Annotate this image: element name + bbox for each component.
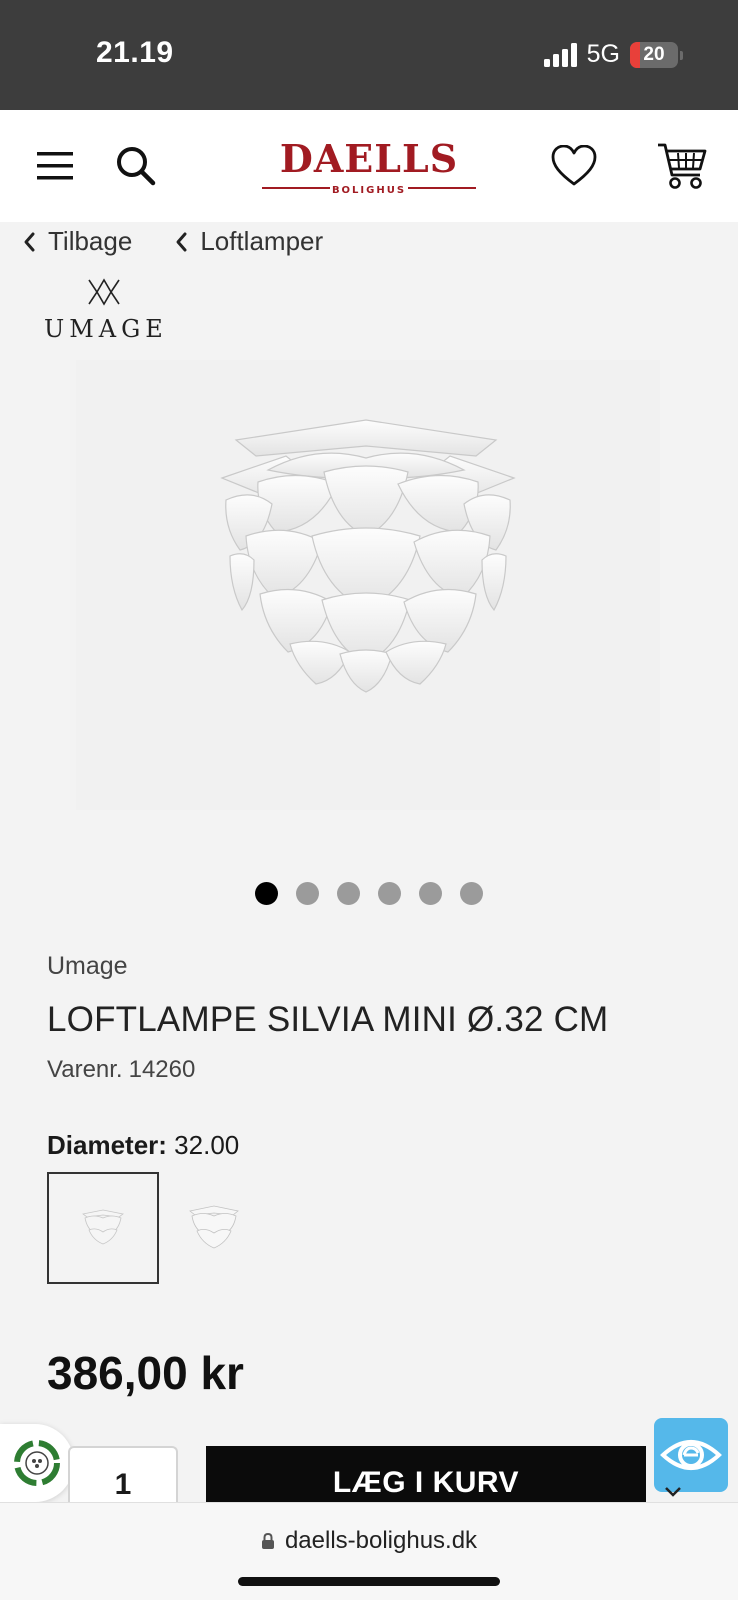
eco-badge[interactable] (0, 1424, 74, 1502)
menu-icon[interactable] (24, 134, 88, 198)
variant-label: Diameter: 32.00 (47, 1130, 239, 1161)
url-text: daells-bolighus.dk (284, 1527, 478, 1554)
battery-level: 20 (643, 43, 665, 65)
status-indicators: 5G 20 (543, 40, 683, 69)
variant-name: Diameter: (47, 1130, 167, 1160)
pendant-lamp-image (220, 419, 516, 693)
product-sku: Varenr. 14260 (47, 1056, 195, 1084)
gallery-dot[interactable] (378, 882, 401, 905)
product-price: 386,00 kr (47, 1347, 244, 1399)
chevron-left-icon (176, 232, 187, 251)
lamp-thumbnail-icon (82, 1209, 124, 1245)
brand-logo[interactable]: UMAGE (44, 278, 164, 343)
status-time: 21.19 (96, 36, 174, 69)
brand-logo-text: UMAGE (44, 315, 168, 343)
gallery-dot[interactable] (460, 882, 483, 905)
site-logo[interactable]: DAELLS BOLIGHUS (262, 140, 476, 196)
sku-value: 14260 (128, 1056, 196, 1083)
variant-value: 32.00 (174, 1130, 240, 1160)
umage-mark-icon (88, 278, 120, 306)
sku-label: Varenr. (47, 1056, 123, 1083)
status-bar: 21.19 5G 20 (0, 0, 738, 110)
breadcrumb-category-label: Loftlamper (200, 226, 324, 256)
gallery-dot[interactable] (419, 882, 442, 905)
network-type: 5G (586, 40, 620, 68)
home-indicator[interactable] (238, 1577, 500, 1586)
quantity-field[interactable]: 1 (68, 1446, 178, 1506)
variant-swatch[interactable] (158, 1172, 270, 1284)
chevron-down-icon[interactable] (664, 1486, 682, 1498)
cart-icon[interactable] (650, 134, 714, 198)
chevron-left-icon (24, 232, 35, 251)
breadcrumb-back[interactable]: Tilbage (22, 226, 132, 257)
site-logo-subline: BOLIGHUS (262, 180, 476, 196)
signal-icon (543, 42, 577, 67)
lock-icon (261, 1532, 274, 1549)
product-brand[interactable]: Umage (47, 952, 128, 981)
battery-icon: 20 (630, 41, 683, 68)
search-icon[interactable] (104, 134, 168, 198)
lamp-thumbnail-icon (189, 1205, 239, 1249)
breadcrumb: Tilbage Loftlamper (22, 226, 323, 257)
site-header: DAELLS BOLIGHUS (0, 110, 738, 222)
site-logo-wordmark: DAELLS (279, 136, 459, 181)
product-title: LOFTLAMPE SILVIA MINI Ø.32 CM (47, 1000, 609, 1039)
gallery-dot[interactable] (337, 882, 360, 905)
product-image[interactable] (76, 360, 660, 810)
url-display[interactable]: daells-bolighus.dk (0, 1527, 738, 1555)
gallery-dot[interactable] (296, 882, 319, 905)
variant-swatch-selected[interactable] (47, 1172, 159, 1284)
site-logo-sub: BOLIGHUS (331, 185, 407, 196)
emaerket-badge[interactable] (654, 1418, 728, 1492)
breadcrumb-back-label: Tilbage (48, 226, 133, 256)
gallery-pagination (0, 882, 738, 905)
breadcrumb-category[interactable]: Loftlamper (174, 226, 323, 257)
eye-icon (660, 1440, 722, 1470)
heart-icon[interactable] (542, 134, 606, 198)
add-to-cart-button[interactable]: LÆG I KURV (206, 1446, 646, 1506)
recycle-icon (14, 1440, 60, 1486)
gallery-dot[interactable] (255, 882, 278, 905)
